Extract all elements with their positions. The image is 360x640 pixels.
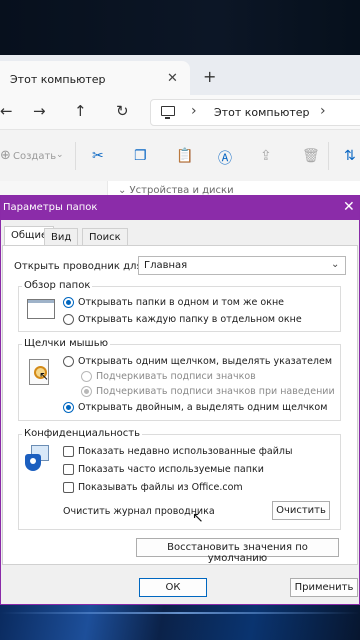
wallpaper-streak <box>0 612 360 614</box>
privacy-shield-icon <box>25 445 51 471</box>
breadcrumb-location[interactable]: Этот компьютер <box>214 106 310 119</box>
up-icon[interactable]: ↑ <box>74 102 87 120</box>
address-bar[interactable]: › Этот компьютер › <box>150 99 360 126</box>
option-separate-window-label[interactable]: Открывать каждую папку в отдельном окне <box>78 314 302 325</box>
navigation-bar: ← → ↑ ↻ › Этот компьютер › <box>0 95 360 129</box>
checkbox-office-files[interactable] <box>63 482 74 493</box>
shield-icon <box>25 454 41 471</box>
mouse-click-icon <box>29 359 49 385</box>
option-recent-files-label[interactable]: Показать недавно использованные файлы <box>78 446 292 457</box>
apply-button[interactable]: Применить <box>290 578 358 597</box>
clear-history-button[interactable]: Очистить <box>272 501 330 520</box>
breadcrumb-chevron-icon[interactable]: › <box>191 103 197 119</box>
refresh-icon[interactable]: ↻ <box>116 102 129 120</box>
plus-icon: ⊕ <box>0 148 11 163</box>
tab-search[interactable]: Поиск <box>82 228 128 246</box>
radio-double-click[interactable] <box>63 402 74 413</box>
option-same-window-label[interactable]: Открывать папки в одном и том же окне <box>78 297 284 308</box>
checkbox-recent-files[interactable] <box>63 446 74 457</box>
new-tab-button[interactable]: + <box>203 67 216 86</box>
tab-view[interactable]: Вид <box>44 228 79 246</box>
open-explorer-select[interactable]: Главная ⌄ <box>138 256 346 275</box>
sort-icon[interactable]: ⇅ <box>344 148 356 164</box>
ok-button[interactable]: ОК <box>139 578 207 597</box>
click-items-group: Щелчки мышью Открывать одним щелчком, вы… <box>18 338 341 421</box>
radio-single-click[interactable] <box>63 356 74 367</box>
cut-icon[interactable]: ✂ <box>92 148 104 164</box>
chevron-down-icon: ⌄ <box>331 259 340 270</box>
dialog-tabs: Общие Вид Поиск <box>1 226 359 246</box>
folder-options-dialog: Параметры папок ✕ Общие Вид Поиск Открыт… <box>0 195 360 605</box>
open-explorer-label: Открыть проводник для: <box>14 261 146 272</box>
group-title: Щелчки мышью <box>22 338 111 349</box>
chevron-down-icon: ⌄ <box>56 150 64 160</box>
desktop-wallpaper-bottom <box>0 600 360 640</box>
toolbar-divider <box>328 142 329 170</box>
radio-underline-hover[interactable] <box>81 386 92 397</box>
dialog-title: Параметры папок <box>3 202 98 213</box>
breadcrumb-chevron-icon[interactable]: › <box>320 103 326 119</box>
rename-icon[interactable]: Ⓐ <box>218 148 232 168</box>
command-bar: ⊕ Создать ⌄ ✂ ❐ 📋 Ⓐ ⇪ 🗑 ⇅ <box>0 129 360 181</box>
option-double-click-label[interactable]: Открывать двойным, а выделять одним щелч… <box>78 402 327 413</box>
mouse-cursor-icon: ↖ <box>192 510 204 526</box>
tab-this-pc[interactable]: Этот компьютер ✕ <box>0 61 190 95</box>
file-explorer-window: Этот компьютер ✕ + ← → ↑ ↻ › Этот компью… <box>0 55 360 200</box>
option-office-files-label[interactable]: Показывать файлы из Office.com <box>78 482 243 493</box>
option-underline-always-label[interactable]: Подчеркивать подписи значков <box>96 371 256 382</box>
general-tab-panel: Открыть проводник для: Главная ⌄ Обзор п… <box>2 245 358 565</box>
radio-same-window[interactable] <box>63 297 74 308</box>
delete-icon[interactable]: 🗑 <box>302 148 320 164</box>
toolbar-divider <box>75 142 76 170</box>
checkbox-frequent-folders[interactable] <box>63 464 74 475</box>
forward-icon[interactable]: → <box>33 102 46 120</box>
close-icon[interactable]: ✕ <box>343 199 355 215</box>
folder-window-icon <box>27 299 55 319</box>
tab-title: Этот компьютер <box>10 73 106 86</box>
create-button[interactable]: Создать <box>13 151 56 162</box>
browse-folders-group: Обзор папок Открывать папки в одном и то… <box>18 280 341 332</box>
group-title: Конфиденциальность <box>22 428 143 439</box>
radio-underline-always[interactable] <box>81 371 92 382</box>
option-single-click-label[interactable]: Открывать одним щелчком, выделять указат… <box>78 356 332 367</box>
share-icon[interactable]: ⇪ <box>260 148 272 164</box>
group-title: Обзор папок <box>22 280 93 291</box>
restore-defaults-button[interactable]: Восстановить значения по умолчанию <box>136 538 339 564</box>
dialog-titlebar: Параметры папок ✕ <box>1 196 359 220</box>
radio-separate-window[interactable] <box>63 314 74 325</box>
tab-strip: Этот компьютер ✕ + <box>0 55 360 95</box>
option-underline-hover-label[interactable]: Подчеркивать подписи значков при наведен… <box>96 386 335 397</box>
close-tab-icon[interactable]: ✕ <box>167 71 178 86</box>
back-icon[interactable]: ← <box>0 102 13 120</box>
option-frequent-folders-label[interactable]: Показать часто используемые папки <box>78 464 264 475</box>
computer-icon <box>161 106 175 119</box>
paste-icon[interactable]: 📋 <box>176 148 193 164</box>
desktop-background <box>0 0 360 55</box>
open-explorer-value: Главная <box>144 260 188 271</box>
copy-icon[interactable]: ❐ <box>134 148 147 164</box>
privacy-group: Конфиденциальность Показать недавно испо… <box>18 428 341 530</box>
